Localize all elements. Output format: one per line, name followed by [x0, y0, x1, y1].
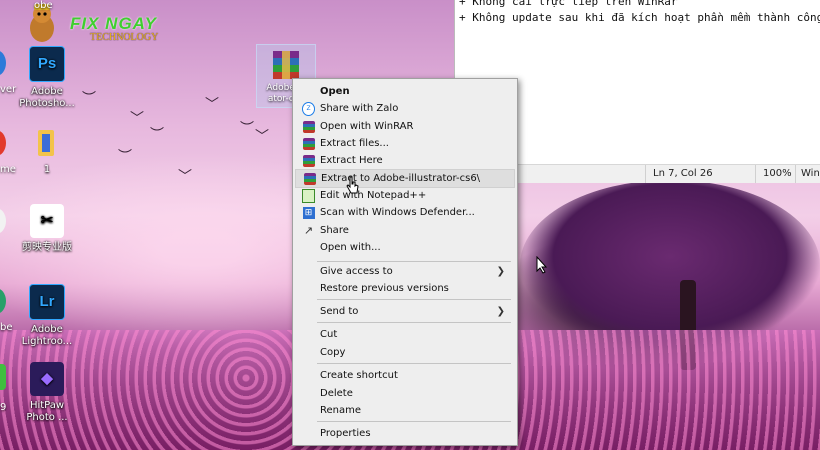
- desktop-icon-photoshop[interactable]: Ps Adobe Photosho...: [18, 46, 76, 110]
- menu-item-create-shortcut[interactable]: Create shortcut: [295, 367, 513, 384]
- bird-icon: ﹀: [255, 129, 269, 145]
- desktop-icon-label: HitPaw Photo ...: [26, 400, 68, 423]
- folder-icon: [30, 126, 64, 160]
- edge-label: ver: [0, 84, 17, 95]
- bird-icon: ︶: [240, 121, 254, 137]
- menu-item-copy[interactable]: Copy: [295, 344, 513, 361]
- edge-label: me: [0, 164, 16, 175]
- menu-item-open[interactable]: Open: [295, 83, 513, 100]
- winrar-icon: [302, 154, 315, 167]
- desktop-icon-folder[interactable]: 1: [18, 126, 76, 176]
- desktop-icon-lightroom[interactable]: Lr Adobe Lightroo...: [18, 284, 76, 348]
- menu-item-delete[interactable]: Delete: [295, 385, 513, 402]
- arrow-cursor-icon: [536, 256, 548, 274]
- menu-item-give-access-to[interactable]: Give access to ❯: [295, 263, 513, 280]
- chevron-right-icon: ❯: [496, 266, 505, 277]
- share-icon: ↗: [303, 224, 314, 237]
- hand-cursor-icon: [346, 176, 359, 194]
- desktop-icon-capcut[interactable]: ✂ 剪映专业版: [18, 204, 76, 254]
- desktop-icon-label: Adobe Lightroo...: [21, 324, 73, 347]
- text-line[interactable]: + Không update sau khi đã kích hoạt phần…: [455, 10, 820, 26]
- edge-label: be: [0, 322, 13, 333]
- menu-item-open-with-winrar[interactable]: Open with WinRAR: [295, 118, 513, 135]
- logo-title: FIX NGAY: [70, 14, 158, 33]
- menu-item-share-with-zalo[interactable]: Z Share with Zalo: [295, 100, 513, 117]
- cursor-position: Ln 7, Col 26: [653, 168, 713, 179]
- menu-item-cut[interactable]: Cut: [295, 326, 513, 343]
- bird-icon: ︶: [118, 149, 132, 165]
- winrar-archive-icon: [269, 49, 303, 81]
- zalo-icon: Z: [302, 101, 315, 116]
- context-menu: Open Z Share with Zalo Open with WinRAR …: [292, 78, 518, 446]
- bird-icon: ︶: [150, 127, 164, 143]
- menu-separator: [317, 421, 511, 422]
- menu-item-edit-with-notepadpp[interactable]: Edit with Notepad++: [295, 187, 513, 204]
- desktop-icon-label: 1: [43, 164, 51, 175]
- logo-subtitle: TECHNOLOGY: [90, 32, 159, 43]
- edge-label: 9: [0, 402, 7, 413]
- capcut-icon: ✂: [30, 204, 64, 238]
- encoding-indicator: Win: [801, 168, 820, 179]
- menu-item-scan-windows-defender[interactable]: ⊞ Scan with Windows Defender...: [295, 204, 513, 221]
- bird-icon: ﹀: [205, 97, 219, 113]
- menu-item-extract-here[interactable]: Extract Here: [295, 152, 513, 169]
- menu-item-share[interactable]: ↗ Share: [295, 222, 513, 239]
- windows-defender-icon: ⊞: [302, 206, 315, 219]
- bird-icon: ︶: [82, 91, 96, 107]
- chevron-right-icon: ❯: [496, 306, 505, 317]
- menu-item-send-to[interactable]: Send to ❯: [295, 303, 513, 320]
- desktop-icon-label: 剪映专业版: [22, 242, 72, 253]
- winrar-icon: [302, 120, 315, 133]
- menu-item-properties[interactable]: Properties: [295, 425, 513, 442]
- bird-icon: ﹀: [178, 169, 192, 185]
- text-line[interactable]: + Không cài trực tiếp trên WinRar: [455, 0, 820, 10]
- notepadpp-icon: [302, 188, 315, 203]
- winrar-icon: [303, 172, 316, 185]
- menu-item-extract-to-folder[interactable]: Extract to Adobe-illustrator-cs6\: [295, 169, 515, 188]
- menu-separator: [317, 322, 511, 323]
- desktop-icon-label: Adobe Photosho...: [19, 86, 75, 109]
- hitpaw-icon: ◆: [30, 362, 64, 396]
- edge-label: obe: [34, 0, 53, 11]
- photoshop-icon: Ps: [29, 46, 65, 82]
- menu-separator: [317, 261, 511, 262]
- menu-item-restore-previous-versions[interactable]: Restore previous versions: [295, 280, 513, 297]
- tree-canopy: [520, 180, 820, 350]
- menu-item-extract-files[interactable]: Extract files...: [295, 135, 513, 152]
- menu-separator: [317, 363, 511, 364]
- menu-item-open-with[interactable]: Open with...: [295, 239, 513, 256]
- lightroom-icon: Lr: [29, 284, 65, 320]
- menu-separator: [317, 299, 511, 300]
- winrar-icon: [302, 137, 315, 150]
- menu-item-rename[interactable]: Rename: [295, 402, 513, 419]
- zoom-level: 100%: [763, 168, 792, 179]
- bird-icon: ﹀: [130, 111, 144, 127]
- partial-app-icon[interactable]: [0, 364, 6, 390]
- desktop-icon-hitpaw[interactable]: ◆ HitPaw Photo ...: [18, 362, 76, 424]
